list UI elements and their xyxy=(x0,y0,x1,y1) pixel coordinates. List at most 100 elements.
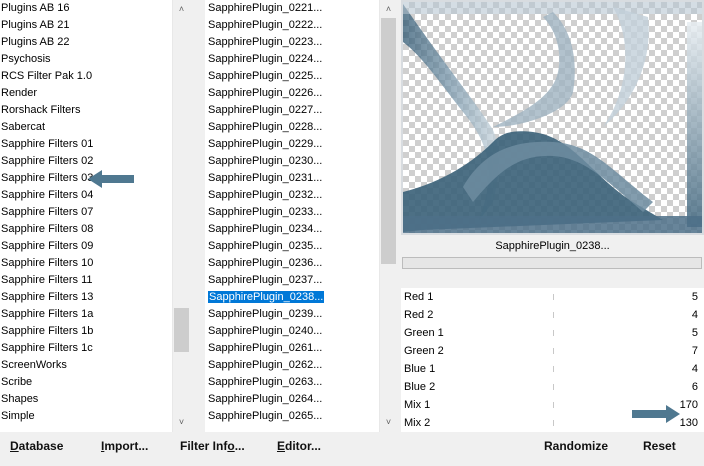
filter-item[interactable]: SapphirePlugin_0234... xyxy=(207,221,379,238)
import-button[interactable]: Import... xyxy=(101,432,148,460)
filter-item[interactable]: SapphirePlugin_0221... xyxy=(207,0,379,17)
filter-item[interactable]: SapphirePlugin_0239... xyxy=(207,306,379,323)
parameter-slider[interactable]: Green 1 5 xyxy=(401,324,704,342)
category-item[interactable]: Rorshack Filters xyxy=(0,102,172,119)
database-button[interactable]: Database xyxy=(10,432,63,460)
category-item[interactable]: Sapphire Filters 10 xyxy=(0,255,172,272)
filter-item[interactable]: SapphirePlugin_0236... xyxy=(207,255,379,272)
category-item[interactable]: Sapphire Filters 1c xyxy=(0,340,172,357)
filter-item[interactable]: SapphirePlugin_0233... xyxy=(207,204,379,221)
filter-item[interactable]: SapphirePlugin_0263... xyxy=(207,374,379,391)
editor-label: ditor... xyxy=(285,439,322,453)
parameter-slider[interactable]: Blue 2 6 xyxy=(401,378,704,396)
filter-item-label: SapphirePlugin_0238... xyxy=(208,291,325,303)
chevron-up-icon[interactable]: ˄ xyxy=(173,1,190,18)
chevron-down-icon[interactable]: ˅ xyxy=(173,414,190,431)
filter-item-label: SapphirePlugin_0240... xyxy=(208,325,323,337)
preview-area xyxy=(401,0,704,235)
parameter-value: 5 xyxy=(691,291,698,303)
category-item-label: Sapphire Filters 04 xyxy=(1,189,94,201)
chevron-up-icon[interactable]: ˄ xyxy=(380,1,397,18)
category-list[interactable]: Plugins AB 16 Plugins AB 21 Plugins AB 22 P… xyxy=(0,0,172,425)
slider-midpoint-tick xyxy=(553,294,554,300)
filter-item[interactable]: SapphirePlugin_0240... xyxy=(207,323,379,340)
filter-item[interactable]: SapphirePlugin_0232... xyxy=(207,187,379,204)
filter-item[interactable]: SapphirePlugin_0222... xyxy=(207,17,379,34)
randomize-button[interactable]: Randomize xyxy=(544,432,608,460)
parameter-value: 5 xyxy=(691,327,698,339)
filter-item-label: SapphirePlugin_0222... xyxy=(208,19,323,31)
parameter-value: 130 xyxy=(679,417,698,429)
parameter-slider[interactable]: Red 2 4 xyxy=(401,306,704,324)
filter-item[interactable]: SapphirePlugin_0225... xyxy=(207,68,379,85)
category-item[interactable]: Plugins AB 22 xyxy=(0,34,172,51)
category-item[interactable]: Shapes xyxy=(0,391,172,408)
filter-item-label: SapphirePlugin_0225... xyxy=(208,70,323,82)
category-item[interactable]: Sapphire Filters 1b xyxy=(0,323,172,340)
category-item[interactable]: Simple xyxy=(0,408,172,425)
category-item-label: Simple xyxy=(1,410,35,422)
parameter-label: Blue 2 xyxy=(404,381,436,393)
slider-midpoint-tick xyxy=(553,348,554,354)
category-item-label: Psychosis xyxy=(1,53,51,65)
parameter-value: 4 xyxy=(691,309,698,321)
category-item[interactable]: Sapphire Filters 07 xyxy=(0,204,172,221)
category-item[interactable]: Render xyxy=(0,85,172,102)
filter-item[interactable]: SapphirePlugin_0230... xyxy=(207,153,379,170)
filter-item-label: SapphirePlugin_0221... xyxy=(208,2,323,14)
filter-item-label: SapphirePlugin_0223... xyxy=(208,36,323,48)
filter-item[interactable]: SapphirePlugin_0227... xyxy=(207,102,379,119)
filter-item[interactable]: SapphirePlugin_0231... xyxy=(207,170,379,187)
chevron-down-icon[interactable]: ˅ xyxy=(380,414,397,431)
parameter-slider[interactable]: Green 2 7 xyxy=(401,342,704,360)
category-item-label: Sapphire Filters 1c xyxy=(1,342,93,354)
filter-item[interactable]: SapphirePlugin_0228... xyxy=(207,119,379,136)
category-scrollbar[interactable]: ˄ ˅ xyxy=(172,0,189,432)
category-item[interactable]: Sapphire Filters 01 xyxy=(0,136,172,153)
filter-scrollbar[interactable]: ˄ ˅ xyxy=(379,0,396,432)
category-item[interactable]: RCS Filter Pak 1.0 xyxy=(0,68,172,85)
filter-item[interactable]: SapphirePlugin_0237... xyxy=(207,272,379,289)
arrow-left-icon xyxy=(88,170,134,188)
category-item[interactable]: Sapphire Filters 09 xyxy=(0,238,172,255)
filter-item[interactable]: SapphirePlugin_0265... xyxy=(207,408,379,425)
parameter-label: Green 1 xyxy=(404,327,444,339)
filter-item-label: SapphirePlugin_0235... xyxy=(208,240,323,252)
filter-item[interactable]: SapphirePlugin_0264... xyxy=(207,391,379,408)
category-scroll-thumb[interactable] xyxy=(174,308,189,352)
filter-item[interactable]: SapphirePlugin_0224... xyxy=(207,51,379,68)
category-item[interactable]: Sapphire Filters 13 xyxy=(0,289,172,306)
category-item[interactable]: Sapphire Filters 03 xyxy=(0,170,172,187)
filter-list[interactable]: SapphirePlugin_0221... SapphirePlugin_022… xyxy=(205,0,379,425)
filter-item[interactable]: SapphirePlugin_0229... xyxy=(207,136,379,153)
category-item[interactable]: Plugins AB 21 xyxy=(0,17,172,34)
parameter-slider[interactable]: Blue 1 4 xyxy=(401,360,704,378)
category-item[interactable]: Sapphire Filters 02 xyxy=(0,153,172,170)
filter-info-label: Filter Inf xyxy=(180,439,228,453)
filter-item[interactable]: SapphirePlugin_0238... xyxy=(207,289,379,306)
category-item-label: Render xyxy=(1,87,38,99)
filter-item[interactable]: SapphirePlugin_0261... xyxy=(207,340,379,357)
category-item[interactable]: Sapphire Filters 11 xyxy=(0,272,172,289)
category-item[interactable]: Sapphire Filters 1a xyxy=(0,306,172,323)
filter-item[interactable]: SapphirePlugin_0223... xyxy=(207,34,379,51)
filter-info-button[interactable]: Filter Info... xyxy=(180,432,245,460)
category-item[interactable]: Psychosis xyxy=(0,51,172,68)
category-item-label: Scribe xyxy=(1,376,33,388)
button-bar: Database Import... Filter Info... Editor… xyxy=(0,432,704,466)
category-item[interactable]: ScreenWorks xyxy=(0,357,172,374)
parameter-slider[interactable]: Red 1 5 xyxy=(401,288,704,306)
filter-scroll-thumb[interactable] xyxy=(381,18,396,264)
category-item[interactable]: Scribe xyxy=(0,374,172,391)
filter-item-label: SapphirePlugin_0229... xyxy=(208,138,323,150)
category-item[interactable]: Sabercat xyxy=(0,119,172,136)
filter-item[interactable]: SapphirePlugin_0262... xyxy=(207,357,379,374)
editor-button[interactable]: Editor... xyxy=(277,432,321,460)
category-item-label: Sapphire Filters 10 xyxy=(1,257,94,269)
category-item[interactable]: Sapphire Filters 08 xyxy=(0,221,172,238)
category-item[interactable]: Plugins AB 16 xyxy=(0,0,172,17)
reset-button[interactable]: Reset xyxy=(643,432,676,460)
filter-item[interactable]: SapphirePlugin_0235... xyxy=(207,238,379,255)
filter-item[interactable]: SapphirePlugin_0226... xyxy=(207,85,379,102)
category-item[interactable]: Sapphire Filters 04 xyxy=(0,187,172,204)
